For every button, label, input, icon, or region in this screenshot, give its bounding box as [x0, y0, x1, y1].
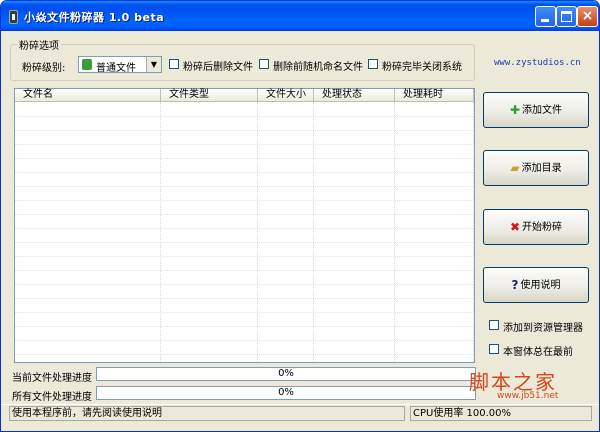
current-progress-label: 当前文件处理进度	[12, 373, 92, 384]
shutdown-after-label: 粉碎完毕关闭系统	[382, 62, 462, 73]
start-shred-label: 开始粉碎	[522, 222, 563, 233]
column-divider	[313, 102, 314, 362]
column-header-filename[interactable]: 文件名	[15, 89, 161, 102]
maximize-icon	[561, 11, 572, 22]
column-divider	[473, 102, 474, 362]
row-line	[15, 242, 474, 243]
add-file-button[interactable]: ✚ 添加文件	[483, 92, 589, 128]
cpu-usage-status: CPU使用率 100.00%	[410, 406, 592, 421]
shred-level-value: 普通文件	[96, 63, 136, 74]
always-on-top-label: 本窗体总在最前	[503, 347, 573, 358]
column-header-filesize[interactable]: 文件大小	[258, 89, 314, 102]
row-line	[15, 186, 474, 187]
chevron-down-icon[interactable]: ▼	[146, 57, 161, 72]
add-icon: ✚	[509, 103, 521, 117]
row-line	[15, 326, 474, 327]
help-button[interactable]: ? 使用说明	[483, 267, 589, 303]
window-title: 小焱文件粉碎器 1.0 beta	[24, 11, 165, 24]
row-line	[15, 158, 474, 159]
column-divider	[394, 102, 395, 362]
close-icon: ×	[581, 8, 594, 24]
all-progress-value: 0%	[278, 387, 294, 398]
row-line	[15, 172, 474, 173]
all-progress-bar: 0%	[96, 386, 476, 400]
current-progress-value: 0%	[278, 368, 294, 379]
row-line	[15, 144, 474, 145]
minimize-button[interactable]	[535, 6, 556, 27]
row-line	[15, 228, 474, 229]
row-line	[15, 256, 474, 257]
help-label: 使用说明	[520, 280, 561, 291]
maximize-button[interactable]	[556, 6, 577, 27]
column-header-filetype[interactable]: 文件类型	[161, 89, 258, 102]
app-icon	[9, 10, 18, 24]
random-rename-checkbox[interactable]	[259, 59, 269, 69]
add-file-label: 添加文件	[522, 105, 563, 116]
all-progress-label: 所有文件处理进度	[12, 392, 92, 403]
delete-after-shred-checkbox[interactable]	[169, 59, 179, 69]
row-line	[15, 284, 474, 285]
row-line	[15, 354, 474, 355]
cross-icon: ✖	[509, 220, 521, 234]
row-line	[15, 200, 474, 201]
row-line	[15, 298, 474, 299]
folder-icon: ▰	[510, 161, 520, 175]
add-to-explorer-checkbox[interactable]	[489, 320, 499, 330]
column-divider	[160, 102, 161, 362]
row-line	[15, 130, 474, 131]
add-directory-button[interactable]: ▰ 添加目录	[483, 150, 589, 186]
shred-options-title: 粉碎选项	[17, 37, 61, 52]
file-list[interactable]: 文件名 文件类型 文件大小 处理状态 处理耗时	[14, 88, 475, 363]
title-bar[interactable]: 小焱文件粉碎器 1.0 beta ×	[1, 1, 599, 31]
watermark-url: www.jb51.net	[497, 391, 559, 401]
column-divider	[257, 102, 258, 362]
close-button[interactable]: ×	[577, 6, 598, 27]
minimize-icon	[541, 19, 549, 22]
current-progress-bar: 0%	[96, 367, 476, 381]
add-to-explorer-label: 添加到资源管理器	[503, 323, 583, 334]
row-line	[15, 116, 474, 117]
shred-level-label: 粉碎级别:	[22, 63, 66, 74]
shred-level-select[interactable]: 普通文件 ▼	[78, 56, 162, 74]
row-line	[15, 340, 474, 341]
column-header-time[interactable]: 处理耗时	[395, 89, 474, 102]
row-line	[15, 312, 474, 313]
main-window: 小焱文件粉碎器 1.0 beta × 粉碎选项 粉碎级别: 普通文件 ▼ 粉碎后…	[0, 0, 600, 432]
file-type-icon	[82, 59, 92, 70]
shutdown-after-checkbox[interactable]	[368, 59, 378, 69]
add-directory-label: 添加目录	[521, 163, 562, 174]
always-on-top-checkbox[interactable]	[489, 344, 499, 354]
help-cursor-icon: ?	[511, 278, 519, 292]
website-link[interactable]: www.zystudios.cn	[494, 58, 581, 68]
delete-after-shred-label: 粉碎后删除文件	[183, 62, 253, 73]
status-message: 使用本程序前，请先阅读使用说明	[9, 406, 405, 421]
random-rename-label: 删除前随机命名文件	[273, 62, 363, 73]
column-header-status[interactable]: 处理状态	[314, 89, 395, 102]
row-line	[15, 214, 474, 215]
start-shred-button[interactable]: ✖ 开始粉碎	[483, 209, 589, 245]
row-line	[15, 270, 474, 271]
